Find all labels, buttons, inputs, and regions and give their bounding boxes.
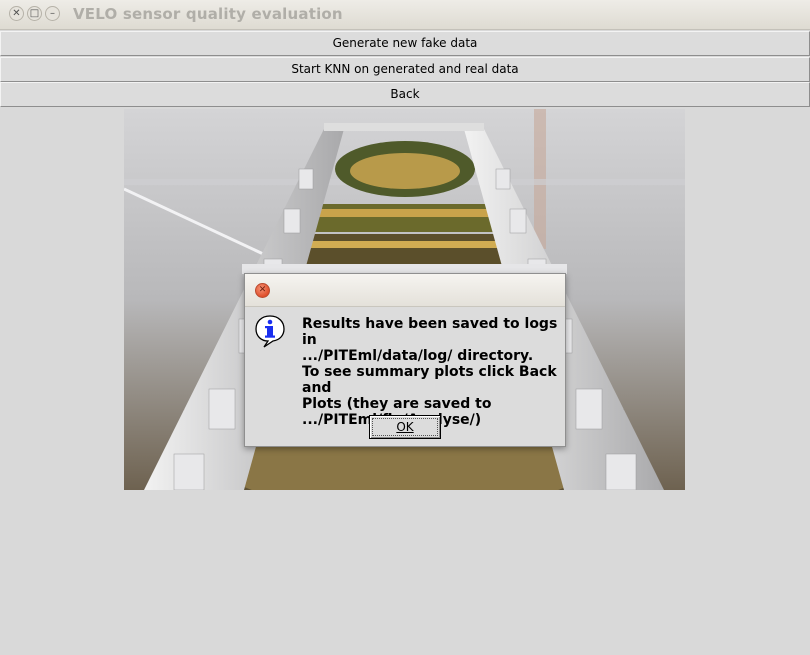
title-bar: ✕ □ – VELO sensor quality evaluation <box>0 0 810 30</box>
close-icon[interactable]: ✕ <box>9 6 24 21</box>
dialog-message: Results have been saved to logs in .../P… <box>302 316 558 428</box>
window-title: VELO sensor quality evaluation <box>73 5 343 23</box>
start-knn-button[interactable]: Start KNN on generated and real data <box>0 57 810 82</box>
minimize-icon[interactable]: – <box>45 6 60 21</box>
ok-button-label: OK <box>396 420 414 434</box>
generate-fake-data-button[interactable]: Generate new fake data <box>0 31 810 56</box>
dialog-title-bar: ✕ <box>245 274 565 307</box>
maximize-icon[interactable]: □ <box>27 6 42 21</box>
info-icon <box>254 314 286 348</box>
back-button[interactable]: Back <box>0 82 810 107</box>
ok-button[interactable]: OK <box>369 415 441 439</box>
dialog-close-icon[interactable]: ✕ <box>255 283 270 298</box>
info-dialog: ✕ Results have been saved to logs in ...… <box>244 273 566 447</box>
